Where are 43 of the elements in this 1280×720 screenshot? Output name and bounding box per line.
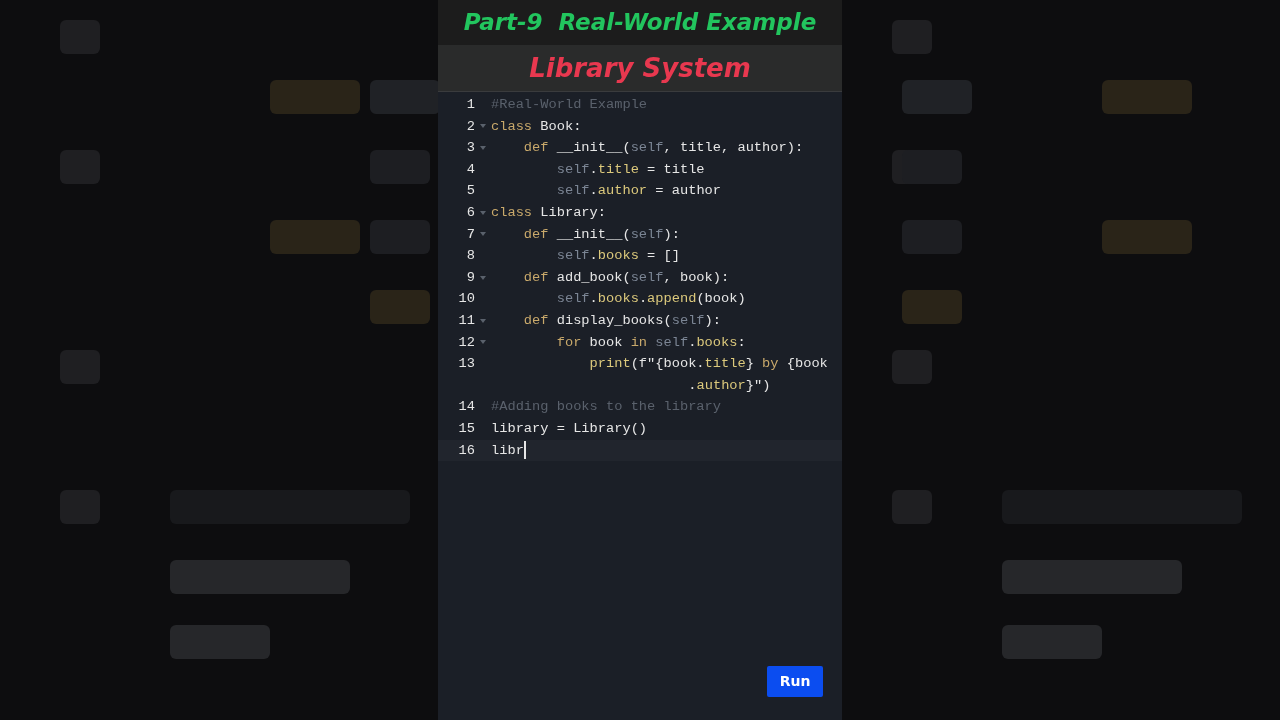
line-number: 2 xyxy=(465,117,475,136)
code-line: self.author = author xyxy=(555,182,722,201)
code-line: #Adding books to the library xyxy=(491,398,721,417)
fold-arrow-icon[interactable] xyxy=(480,275,486,280)
code-line: def __init__(self, title, author): xyxy=(522,139,804,158)
fold-arrow-icon[interactable] xyxy=(480,210,486,215)
line-number: 8 xyxy=(465,247,475,266)
code-line: def add_book(self, book): xyxy=(522,268,730,287)
fold-arrow-icon[interactable] xyxy=(480,340,486,345)
line-number: 13 xyxy=(457,355,475,374)
line-number: 12 xyxy=(457,333,475,352)
line-number: 11 xyxy=(457,311,475,330)
code-line: self.title = title xyxy=(555,160,705,179)
code-line: self.books.append(book) xyxy=(555,290,746,309)
code-line: def display_books(self): xyxy=(522,311,721,330)
code-line: class Book: xyxy=(491,117,582,136)
code-line: class Library: xyxy=(491,203,606,222)
line-number: 3 xyxy=(465,139,475,158)
line-number: 5 xyxy=(465,182,475,201)
code-line: self.books = [] xyxy=(555,247,680,266)
line-number: 1 xyxy=(465,96,475,114)
fold-arrow-icon[interactable] xyxy=(480,318,486,323)
code-line: libr xyxy=(491,440,526,462)
code-line: library = Library() xyxy=(491,419,648,438)
line-number: 15 xyxy=(457,419,475,438)
line-number: 16 xyxy=(457,441,475,460)
fold-arrow-icon[interactable] xyxy=(480,232,486,237)
code-line: print(f"{book.title} by {book xyxy=(588,355,828,374)
line-number: 9 xyxy=(465,268,475,287)
fold-arrow-icon[interactable] xyxy=(480,124,486,129)
run-button[interactable]: Run xyxy=(767,666,823,697)
line-number: 6 xyxy=(465,203,475,222)
code-line: .author}") xyxy=(687,376,771,395)
code-line: def __init__(self): xyxy=(522,225,680,244)
fold-arrow-icon[interactable] xyxy=(480,146,486,150)
line-number: 14 xyxy=(457,398,475,417)
line-number: 4 xyxy=(465,160,475,179)
line-number: 10 xyxy=(457,290,475,309)
code-line: for book in self.books: xyxy=(555,333,746,352)
video-title: Part-9 Real-World Example xyxy=(463,8,817,38)
code-line: #Real-World Example xyxy=(491,96,648,114)
video-subtitle: Library System xyxy=(529,51,751,85)
line-number: 7 xyxy=(465,225,475,244)
